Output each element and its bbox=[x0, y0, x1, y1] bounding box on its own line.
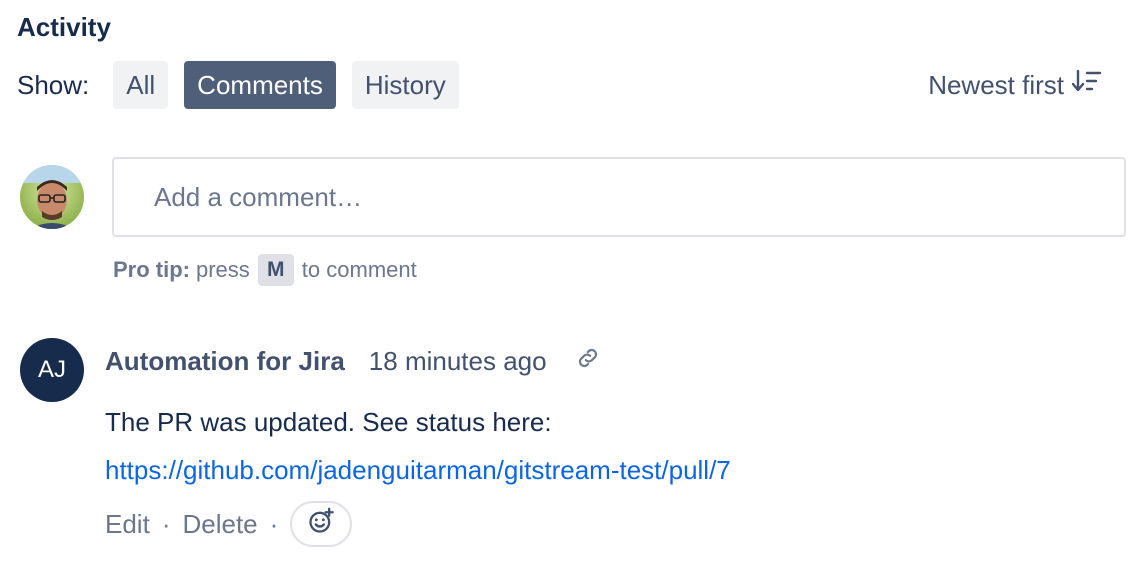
comment-body: The PR was updated. See status here: htt… bbox=[105, 398, 731, 494]
filter-comments-button[interactable]: Comments bbox=[184, 61, 336, 109]
add-reaction-button[interactable] bbox=[290, 501, 353, 547]
keyboard-shortcut-key: M bbox=[257, 254, 294, 286]
comment-text: The PR was updated. See status here: bbox=[105, 407, 552, 437]
pro-tip-press: press bbox=[196, 257, 250, 282]
comment-header: Automation for Jira 18 minutes ago bbox=[105, 343, 601, 379]
activity-heading: Activity bbox=[17, 12, 111, 42]
link-icon[interactable] bbox=[575, 345, 601, 378]
delete-comment-button[interactable]: Delete bbox=[182, 509, 257, 540]
pro-tip: Pro tip: press M to comment bbox=[113, 254, 417, 286]
sort-order-button[interactable]: Newest first bbox=[928, 61, 1102, 109]
comment-timestamp[interactable]: 18 minutes ago bbox=[369, 346, 547, 377]
pro-tip-suffix: to comment bbox=[301, 257, 417, 282]
separator-dot: · bbox=[161, 508, 171, 539]
show-label: Show: bbox=[17, 69, 90, 100]
emoji-add-icon bbox=[307, 507, 335, 542]
comment-actions: Edit · Delete · bbox=[105, 500, 353, 548]
edit-comment-button[interactable]: Edit bbox=[105, 509, 150, 540]
activity-filter-bar: Show: All Comments History bbox=[17, 61, 475, 109]
comment-author-name[interactable]: Automation for Jira bbox=[105, 346, 345, 377]
sort-label: Newest first bbox=[928, 69, 1064, 100]
activity-panel: Activity Show: All Comments History Newe… bbox=[0, 0, 1134, 568]
sort-descending-icon bbox=[1064, 69, 1102, 102]
current-user-avatar bbox=[20, 165, 84, 229]
add-comment-input[interactable] bbox=[112, 157, 1126, 237]
comment-author-avatar[interactable]: AJ bbox=[20, 338, 84, 402]
separator-dot: · bbox=[269, 508, 279, 539]
filter-all-button[interactable]: All bbox=[113, 61, 169, 109]
filter-history-button[interactable]: History bbox=[351, 61, 459, 109]
comment-pr-link[interactable]: https://github.com/jadenguitarman/gitstr… bbox=[105, 446, 731, 494]
pro-tip-label: Pro tip: bbox=[113, 257, 190, 282]
